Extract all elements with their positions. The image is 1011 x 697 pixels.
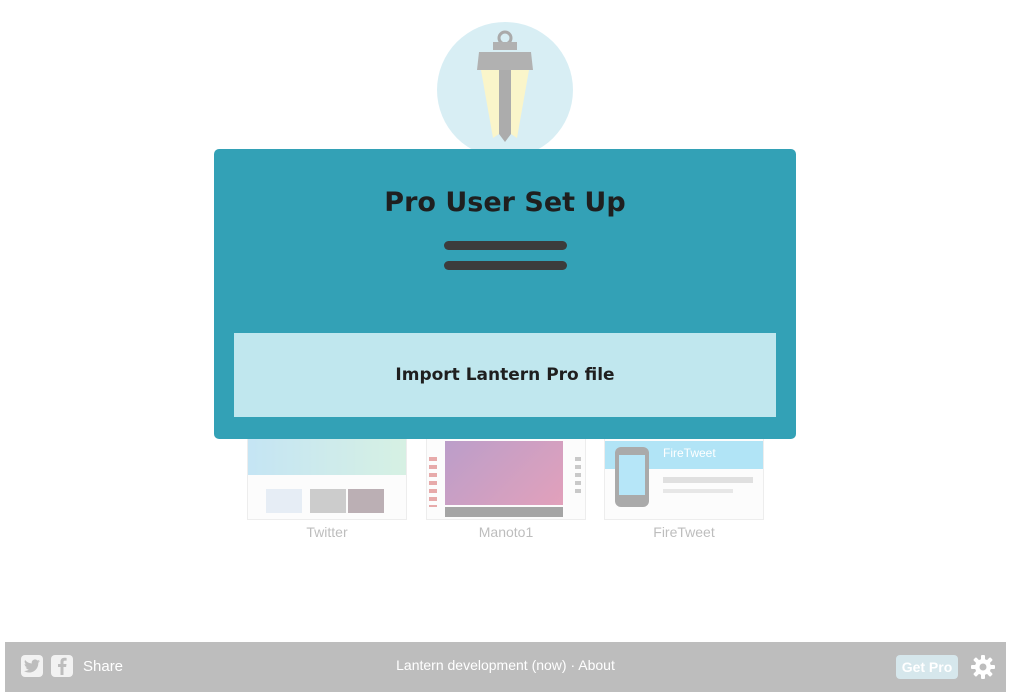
- hamburger-icon[interactable]: [444, 241, 567, 271]
- pro-setup-modal: Pro User Set Up Import Lantern Pro file: [214, 149, 796, 439]
- site-label[interactable]: FireTweet: [604, 524, 764, 540]
- footer-status[interactable]: Lantern development (now) · About: [5, 657, 1006, 673]
- gear-icon[interactable]: [970, 654, 996, 680]
- footer-bar: Share Lantern development (now) · About …: [5, 642, 1006, 692]
- site-label[interactable]: Twitter: [247, 524, 407, 540]
- get-pro-button[interactable]: Get Pro: [896, 655, 958, 679]
- import-pro-file-button[interactable]: Import Lantern Pro file: [234, 333, 776, 417]
- site-label[interactable]: Manoto1: [426, 524, 586, 540]
- thumbnail-title: FireTweet: [663, 446, 716, 460]
- modal-title: Pro User Set Up: [384, 187, 626, 218]
- lantern-icon: [477, 30, 533, 142]
- lantern-logo: [437, 22, 573, 158]
